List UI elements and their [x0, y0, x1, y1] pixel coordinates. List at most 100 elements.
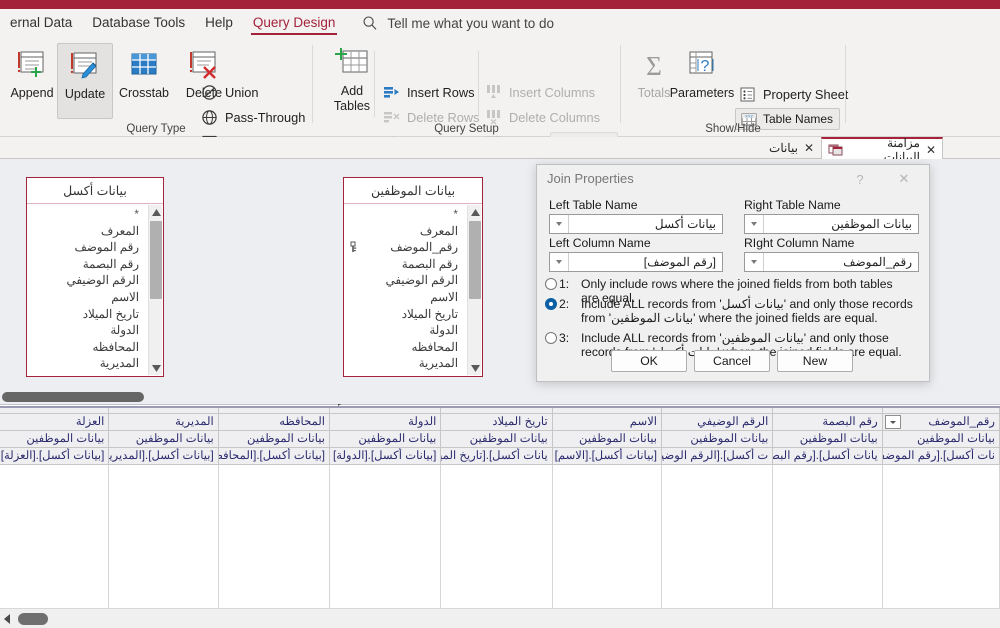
qbe-empty-cell[interactable]	[109, 550, 219, 567]
qbe-empty-cell[interactable]	[552, 499, 663, 516]
qbe-row-table[interactable]: بيانات الموظفين بيانات الموظفين بيانات الم…	[0, 431, 1000, 448]
qbe-empty-cell[interactable]	[773, 465, 883, 482]
qbe-empty-cell[interactable]	[0, 482, 110, 499]
scroll-up-icon[interactable]	[149, 205, 163, 219]
chevron-down-icon[interactable]	[884, 415, 901, 429]
tell-me-box[interactable]: Tell me what you want to do	[361, 14, 554, 32]
scroll-down-icon[interactable]	[149, 361, 163, 375]
left-column-name-combo[interactable]: [رقم الموضف]	[549, 252, 723, 272]
qbe-empty-cell[interactable]	[330, 550, 442, 567]
parameters-button[interactable]: ? Parameters	[668, 43, 736, 119]
qbe-empty-row[interactable]	[0, 482, 1000, 499]
field-item[interactable]: الاسم	[346, 289, 458, 306]
qbe-empty-cell[interactable]	[773, 482, 883, 499]
qbe-row-field[interactable]: رقم_الموضف رقم البصمة الرقم الوضيفي الاسم تا…	[0, 414, 1000, 431]
qbe-cell-field[interactable]: العزلة	[0, 414, 110, 431]
qbe-cell-table[interactable]: بيانات الموظفين	[552, 431, 663, 448]
qbe-empty-cell[interactable]	[0, 584, 110, 601]
qbe-empty-cell[interactable]	[552, 516, 663, 533]
qbe-empty-cell[interactable]	[882, 533, 1000, 550]
append-query-button[interactable]: Append	[4, 43, 60, 119]
qbe-empty-cell[interactable]	[441, 533, 553, 550]
qbe-empty-cell[interactable]	[441, 465, 553, 482]
qbe-cell-field[interactable]: تاريخ الميلاد	[441, 414, 553, 431]
ribbon-tab-database-tools[interactable]: Database Tools	[82, 9, 195, 37]
qbe-empty-cell[interactable]	[662, 499, 774, 516]
qbe-empty-cell[interactable]	[882, 584, 1000, 601]
qbe-empty-cell[interactable]	[218, 584, 331, 601]
field-list[interactable]: * المعرف رقم_الموضف رقم البصمة الرقم الو…	[344, 204, 466, 376]
qbe-empty-cell[interactable]	[330, 482, 442, 499]
qbe-empty-cell[interactable]	[0, 499, 110, 516]
qbe-empty-cell[interactable]	[552, 584, 663, 601]
property-sheet-button[interactable]: Property Sheet	[738, 83, 848, 105]
qbe-empty-cell[interactable]	[441, 584, 553, 601]
qbe-empty-cell[interactable]	[662, 465, 774, 482]
help-icon[interactable]: ?	[849, 169, 871, 189]
qbe-cell-table[interactable]: بيانات الموظفين	[218, 431, 331, 448]
qbe-empty-cell[interactable]	[109, 482, 219, 499]
scrollbar-thumb[interactable]	[150, 221, 162, 299]
dialog-title-bar[interactable]: Join Properties ? ✕	[537, 165, 929, 193]
qbe-empty-cell[interactable]	[773, 516, 883, 533]
qbe-empty-cell[interactable]	[330, 533, 442, 550]
qbe-empty-cell[interactable]	[662, 584, 774, 601]
radio-button[interactable]	[545, 332, 557, 344]
field-item[interactable]: المحافظه	[29, 339, 139, 356]
qbe-empty-cell[interactable]	[109, 516, 219, 533]
field-list-scrollbar[interactable]	[467, 205, 481, 375]
qbe-empty-cell[interactable]	[882, 465, 1000, 482]
field-list-scrollbar[interactable]	[148, 205, 162, 375]
qbe-empty-cell[interactable]	[218, 533, 331, 550]
ok-button[interactable]: OK	[611, 350, 687, 372]
field-item[interactable]: المعرف	[346, 223, 458, 240]
qbe-empty-cell[interactable]	[218, 482, 331, 499]
qbe-empty-cell[interactable]	[662, 533, 774, 550]
right-table-name-combo[interactable]: بيانات الموظفين	[744, 214, 919, 234]
qbe-empty-cell[interactable]	[109, 567, 219, 584]
qbe-empty-row[interactable]	[0, 533, 1000, 550]
qbe-empty-cell[interactable]	[0, 567, 110, 584]
qbe-cell-field[interactable]: الاسم	[552, 414, 663, 431]
qbe-empty-cell[interactable]	[0, 465, 110, 482]
close-icon[interactable]: ✕	[893, 169, 915, 189]
qbe-empty-cell[interactable]	[218, 465, 331, 482]
qbe-empty-cell[interactable]	[218, 499, 331, 516]
qbe-empty-cell[interactable]	[441, 499, 553, 516]
field-item[interactable]: المديرية	[29, 355, 139, 372]
qbe-empty-cell[interactable]	[109, 584, 219, 601]
qbe-empty-cell[interactable]	[662, 567, 774, 584]
qbe-empty-cell[interactable]	[218, 516, 331, 533]
qbe-empty-cell[interactable]	[882, 482, 1000, 499]
qbe-cell-table[interactable]: بيانات الموظفين	[882, 431, 1000, 448]
qbe-empty-cell[interactable]	[0, 533, 110, 550]
qbe-empty-cell[interactable]	[552, 482, 663, 499]
field-item[interactable]: رقم البصمة	[29, 256, 139, 273]
qbe-empty-cell[interactable]	[441, 516, 553, 533]
employees-data-table[interactable]: بيانات الموظفين * المعرف رقم_الموضف رقم …	[343, 177, 483, 377]
qbe-empty-cell[interactable]	[552, 465, 663, 482]
table-title[interactable]: بيانات الموظفين	[344, 178, 482, 204]
qbe-cell-field[interactable]: المحافظه	[218, 414, 331, 431]
qbe-empty-cell[interactable]	[0, 550, 110, 567]
qbe-cell-field[interactable]: المديرية	[109, 414, 219, 431]
field-item[interactable]: *	[29, 206, 139, 223]
field-item[interactable]: المحافظه	[346, 339, 458, 356]
document-tab-data-sync[interactable]: ✕ مزامنة البيانات	[821, 136, 943, 164]
qbe-empty-cell[interactable]	[662, 516, 774, 533]
qbe-cell-update_to[interactable]: [بيانات أكسل].[الدولة]	[330, 448, 442, 465]
qbe-cell-table[interactable]: بيانات الموظفين	[109, 431, 219, 448]
scroll-up-icon[interactable]	[468, 205, 482, 219]
ribbon-tab-query-design[interactable]: Query Design	[243, 9, 346, 37]
qbe-empty-cell[interactable]	[552, 550, 663, 567]
qbe-empty-row[interactable]	[0, 465, 1000, 482]
qbe-empty-cell[interactable]	[109, 499, 219, 516]
field-item[interactable]: رقم الموضف	[29, 239, 139, 256]
qbe-empty-cell[interactable]	[330, 567, 442, 584]
qbe-empty-cell[interactable]	[662, 482, 774, 499]
qbe-empty-cell[interactable]	[662, 550, 774, 567]
qbe-cell-field[interactable]: رقم البصمة	[773, 414, 883, 431]
qbe-empty-cell[interactable]	[109, 533, 219, 550]
field-item-primary-key[interactable]: رقم_الموضف	[346, 239, 458, 256]
update-query-button[interactable]: Update	[57, 43, 113, 119]
